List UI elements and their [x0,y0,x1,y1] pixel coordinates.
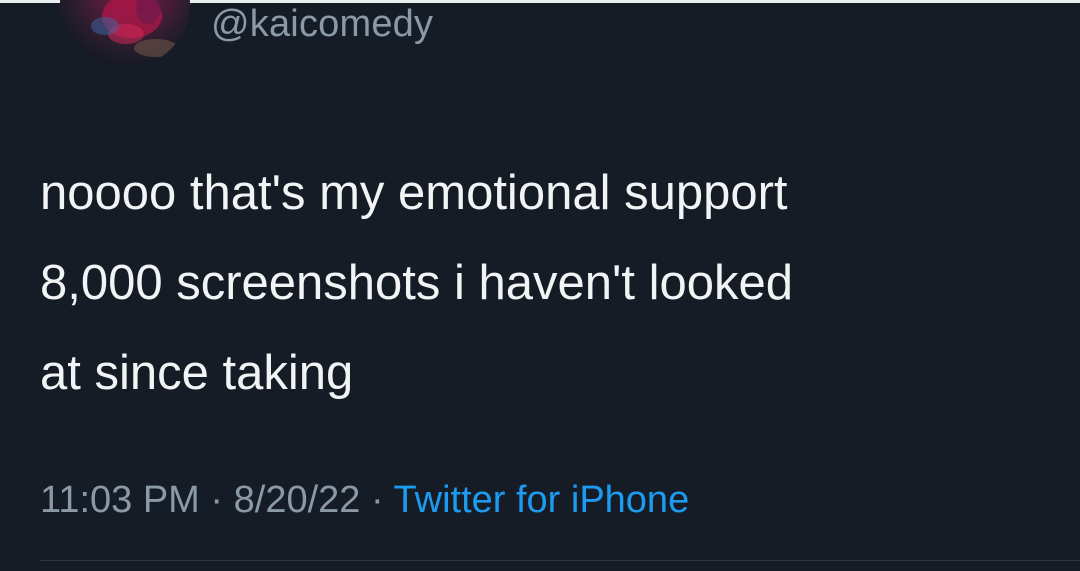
tweet-source-link[interactable]: Twitter for iPhone [394,479,690,521]
separator-dot: · [210,479,224,521]
tweet-text: noooo that's my emotional support 8,000 … [40,148,1050,418]
avatar-image [91,0,178,57]
tweet-date[interactable]: 8/20/22 [234,479,361,521]
bottom-divider [40,560,1080,561]
avatar[interactable] [60,0,190,68]
separator-dot: · [370,479,384,521]
meta-separator: · [371,479,394,521]
user-handle[interactable]: @kaicomedy [211,2,433,46]
tweet-text-line: noooo that's my emotional support [40,166,788,220]
tweet-text-line: at since taking [40,346,354,400]
meta-separator: · [210,479,233,521]
tweet-card: @kaicomedy noooo that's my emotional sup… [0,0,1080,571]
tweet-text-line: 8,000 screenshots i haven't looked [40,256,794,310]
tweet-metadata: 11:03 PM · 8/20/22 · Twitter for iPhone [40,477,689,523]
tweet-time[interactable]: 11:03 PM [40,479,200,521]
